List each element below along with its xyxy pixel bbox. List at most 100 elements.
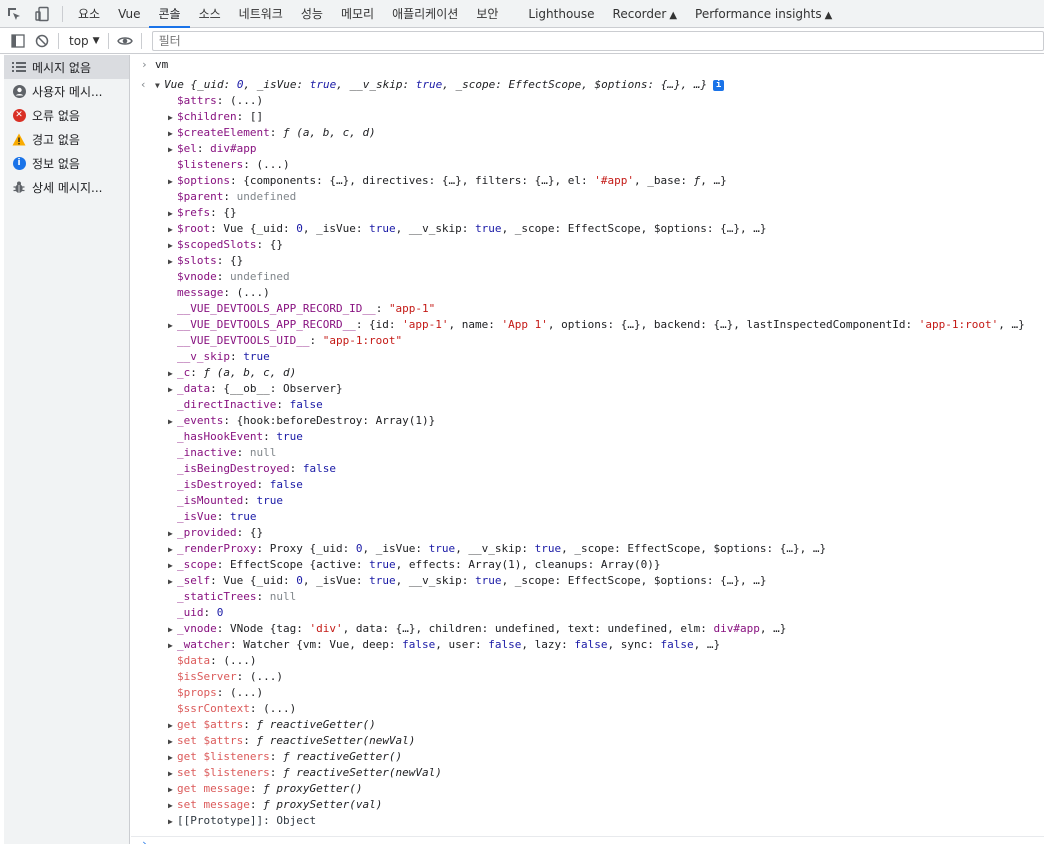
property-row[interactable]: ▶ $el: div#app: [168, 141, 256, 157]
token: false: [402, 638, 436, 651]
property-row[interactable]: ▶ $slots: {}: [168, 253, 243, 269]
expand-triangle-icon[interactable]: ▶: [168, 206, 177, 222]
token: get $attrs: [177, 718, 244, 731]
token: _data: [177, 382, 211, 395]
tab-5[interactable]: 성능: [292, 0, 332, 28]
sidebar-item-messages[interactable]: 메시지 없음: [4, 55, 129, 79]
property-row[interactable]: ▶ get message: ƒ proxyGetter(): [168, 781, 362, 797]
tab-2[interactable]: 콘솔: [149, 0, 190, 28]
tab-6[interactable]: 메모리: [332, 0, 383, 28]
inspect-element-icon[interactable]: [0, 0, 28, 28]
property-row[interactable]: ▶ $children: []: [168, 109, 263, 125]
expand-triangle-icon[interactable]: ▶: [168, 526, 177, 542]
property-row: $parent: undefined: [168, 189, 296, 205]
sidebar-item-errors[interactable]: ✕ 오류 없음: [4, 103, 129, 127]
expand-triangle-icon[interactable]: ▼: [155, 78, 164, 94]
expand-triangle-icon[interactable]: ▶: [168, 622, 177, 638]
property-row[interactable]: ▶ $createElement: ƒ (a, b, c, d): [168, 125, 376, 141]
token: _renderProxy: [177, 542, 257, 555]
token: "app-1": [388, 302, 436, 315]
expand-triangle-icon[interactable]: ▶: [168, 814, 177, 830]
expand-triangle-icon[interactable]: ▶: [168, 798, 177, 814]
tab-11[interactable]: Performance insights ▲: [686, 0, 841, 28]
token: set $listeners: [177, 766, 270, 779]
expand-triangle-icon[interactable]: ▶: [168, 254, 177, 270]
expand-triangle-icon[interactable]: ▶: [168, 766, 177, 782]
expand-triangle-icon[interactable]: ▶: [168, 542, 177, 558]
result-summary: ▼ Vue {_uid: 0, _isVue: true, __v_skip: t…: [155, 77, 725, 94]
expand-triangle-icon[interactable]: ▶: [168, 734, 177, 750]
property-row[interactable]: ▶ _events: {hook:beforeDestroy: Array(1)}: [168, 413, 435, 429]
token: , name:: [448, 318, 502, 331]
property-row[interactable]: ▶ get $listeners: ƒ reactiveGetter(): [168, 749, 402, 765]
toolbar-divider: [58, 33, 59, 49]
expand-triangle-icon[interactable]: ▶: [168, 382, 177, 398]
live-expression-eye-icon[interactable]: [113, 29, 137, 53]
clear-console-icon[interactable]: [30, 29, 54, 53]
property-row[interactable]: ▶ _watcher: Watcher {vm: Vue, deep: false…: [168, 637, 720, 653]
expand-triangle-icon[interactable]: ▶: [168, 574, 177, 590]
property-row[interactable]: ▶ _self: Vue {_uid: 0, _isVue: true, __v_…: [168, 573, 766, 589]
property-row[interactable]: ▶ __VUE_DEVTOOLS_APP_RECORD__: {id: 'app-…: [168, 317, 1025, 333]
expand-triangle-icon[interactable]: ▶: [168, 750, 177, 766]
token: : (...): [223, 286, 270, 299]
tab-9[interactable]: Lighthouse: [519, 0, 603, 28]
property-row[interactable]: ▶ _data: {__ob__: Observer}: [168, 381, 343, 397]
expand-triangle-icon[interactable]: ▶: [168, 142, 177, 158]
expand-triangle-icon[interactable]: ▶: [168, 126, 177, 142]
token: :: [243, 734, 257, 747]
sidebar-item-info[interactable]: i 정보 없음: [4, 151, 129, 175]
property-row: _hasHookEvent: true: [168, 429, 303, 445]
expand-triangle-icon[interactable]: ▶: [168, 222, 177, 238]
sidebar-item-label: 상세 메시지...: [32, 180, 103, 195]
tab-7[interactable]: 애플리케이션: [383, 0, 467, 28]
property-row: message: (...): [168, 285, 270, 301]
expand-triangle-icon[interactable]: ▶: [168, 638, 177, 654]
result-arrow-icon: ‹: [140, 78, 147, 91]
device-toolbar-icon[interactable]: [28, 0, 56, 28]
expand-triangle-icon[interactable]: ▶: [168, 110, 177, 126]
info-badge-icon[interactable]: i: [713, 79, 725, 91]
property-row[interactable]: ▶ [[Prototype]]: Object: [168, 813, 316, 829]
expand-triangle-icon[interactable]: ▶: [168, 238, 177, 254]
property-row[interactable]: ▶ $root: Vue {_uid: 0, _isVue: true, __v_…: [168, 221, 766, 237]
property-row[interactable]: ▶ set message: ƒ proxySetter(val): [168, 797, 382, 813]
property-row[interactable]: ▶ get $attrs: ƒ reactiveGetter(): [168, 717, 376, 733]
property-row[interactable]: ▶ _renderProxy: Proxy {_uid: 0, _isVue: t…: [168, 541, 826, 557]
token: , __v_skip:: [395, 222, 476, 235]
property-row[interactable]: ▶ $scopedSlots: {}: [168, 237, 283, 253]
expand-triangle-icon[interactable]: ▶: [168, 414, 177, 430]
property-row[interactable]: ▶ set $listeners: ƒ reactiveSetter(newVal…: [168, 765, 442, 781]
sidebar-item-verbose[interactable]: 상세 메시지...: [4, 175, 129, 199]
property-row[interactable]: ▶ _c: ƒ (a, b, c, d): [168, 365, 296, 381]
property-row[interactable]: ▶ _vnode: VNode {tag: 'div', data: {…}, c…: [168, 621, 786, 637]
tab-3[interactable]: 소스: [190, 0, 230, 28]
property-row[interactable]: ▶ $options: {components: {…}, directives:…: [168, 173, 727, 189]
expand-triangle-icon[interactable]: ▶: [168, 558, 177, 574]
context-selector[interactable]: top ▼: [63, 34, 104, 48]
token: : (...): [236, 670, 283, 683]
property-row[interactable]: ▶ _scope: EffectScope {active: true, effe…: [168, 557, 660, 573]
token: [[Prototype]]: Object: [177, 814, 317, 827]
expand-triangle-icon[interactable]: ▶: [168, 718, 177, 734]
token: :: [375, 302, 389, 315]
expand-triangle-icon[interactable]: ▶: [168, 174, 177, 190]
token: 0: [216, 606, 224, 619]
expand-triangle-icon[interactable]: ▶: [168, 366, 177, 382]
token: true: [276, 430, 303, 443]
property-row[interactable]: ▶ set $attrs: ƒ reactiveSetter(newVal): [168, 733, 415, 749]
sidebar-item-user-messages[interactable]: 사용자 메시...: [4, 79, 129, 103]
tab-1[interactable]: Vue: [109, 0, 149, 28]
property-row[interactable]: ▶ $refs: {}: [168, 205, 237, 221]
tab-4[interactable]: 네트워크: [230, 0, 292, 28]
token: : {hook:beforeDestroy: Array(1)}: [223, 414, 436, 427]
sidebar-item-warnings[interactable]: 경고 없음: [4, 127, 129, 151]
tab-8[interactable]: 보안: [467, 0, 507, 28]
expand-triangle-icon[interactable]: ▶: [168, 782, 177, 798]
sidebar-toggle-icon[interactable]: [6, 29, 30, 53]
property-row[interactable]: ▶ _provided: {}: [168, 525, 263, 541]
filter-input[interactable]: [151, 31, 1044, 51]
tab-0[interactable]: 요소: [69, 0, 109, 28]
expand-triangle-icon[interactable]: ▶: [168, 318, 177, 334]
tab-10[interactable]: Recorder ▲: [604, 0, 686, 28]
